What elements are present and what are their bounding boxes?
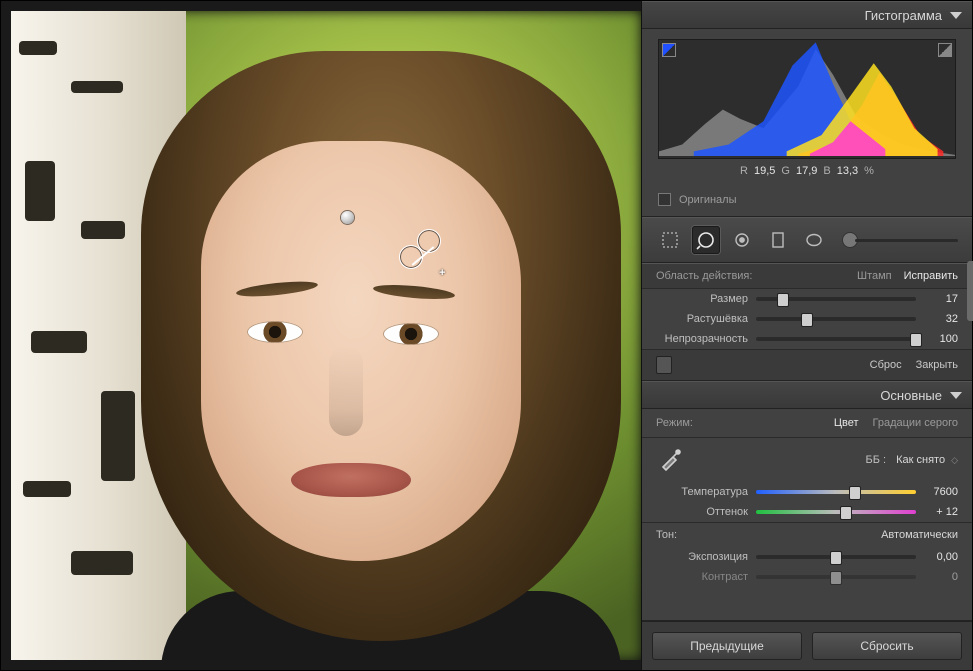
adjustment-brush-slider[interactable] bbox=[842, 232, 958, 248]
contrast-slider[interactable]: Контраст 0 bbox=[642, 567, 972, 587]
reset-button[interactable]: Сбросить bbox=[812, 632, 962, 660]
feather-slider[interactable]: Растушёвка 32 bbox=[642, 309, 972, 329]
histogram-panel-header[interactable]: Гистограмма bbox=[642, 1, 972, 29]
redeye-tool-icon[interactable] bbox=[728, 226, 756, 254]
spot-close-button[interactable]: Закрыть bbox=[916, 359, 958, 371]
collapse-icon bbox=[950, 392, 962, 399]
tone-auto-button[interactable]: Автоматически bbox=[881, 529, 958, 541]
wb-label: ББ : bbox=[866, 454, 887, 466]
treatment-label: Режим: bbox=[656, 417, 693, 429]
photo-eye bbox=[247, 321, 303, 343]
heal-spot-pin[interactable] bbox=[341, 211, 354, 224]
white-balance-dropper-icon[interactable] bbox=[656, 446, 684, 474]
spot-reset-button[interactable]: Сброс bbox=[870, 359, 902, 371]
spot-area-label: Область действия: bbox=[656, 270, 752, 282]
rgb-readout: R19,5 G17,9 B13,3 % bbox=[658, 159, 956, 183]
photo-nose bbox=[329, 346, 363, 436]
spot-panel-switch[interactable] bbox=[656, 356, 672, 374]
temperature-slider[interactable]: Температура 7600 bbox=[642, 482, 972, 502]
right-panel: Гистограмма R19,5 G17,9 B13,3 % Ориг bbox=[641, 1, 972, 670]
opacity-slider[interactable]: Непрозрачность 100 bbox=[642, 329, 972, 349]
treatment-color[interactable]: Цвет bbox=[834, 417, 859, 429]
panel-resize-grip[interactable] bbox=[967, 261, 973, 321]
basic-panel-header[interactable]: Основные bbox=[642, 381, 972, 409]
crop-tool-icon[interactable] bbox=[656, 226, 684, 254]
spot-mode-stamp[interactable]: Штамп bbox=[857, 270, 892, 282]
size-slider[interactable]: Размер 17 bbox=[642, 289, 972, 309]
tint-slider[interactable]: Оттенок + 12 bbox=[642, 502, 972, 522]
exposure-slider[interactable]: Экспозиция 0,00 bbox=[642, 547, 972, 567]
bottom-button-bar: Предыдущие Сбросить bbox=[642, 621, 972, 670]
basic-panel: Режим: Цвет Градации серого ББ : Как сня… bbox=[642, 409, 972, 621]
tool-strip bbox=[642, 217, 972, 263]
histogram-chart[interactable] bbox=[658, 39, 956, 159]
wb-preset-dropdown[interactable]: Как снято◇ bbox=[896, 454, 958, 466]
photo-lips bbox=[291, 463, 411, 497]
histogram-title: Гистограмма bbox=[865, 8, 942, 23]
spot-removal-tool-icon[interactable] bbox=[692, 226, 720, 254]
graduated-filter-tool-icon[interactable] bbox=[764, 226, 792, 254]
radial-filter-tool-icon[interactable] bbox=[800, 226, 828, 254]
basic-title: Основные bbox=[880, 388, 942, 403]
collapse-icon bbox=[950, 12, 962, 19]
tone-label: Тон: bbox=[656, 529, 677, 541]
originals-label: Оригиналы bbox=[679, 194, 737, 206]
image-preview[interactable]: + bbox=[11, 11, 641, 660]
histogram-panel: R19,5 G17,9 B13,3 % Оригиналы bbox=[642, 29, 972, 217]
originals-checkbox[interactable] bbox=[658, 193, 671, 206]
photo-face bbox=[201, 141, 521, 561]
spot-mode-heal[interactable]: Исправить bbox=[904, 270, 958, 282]
spot-removal-panel: Область действия: Штамп Исправить Размер… bbox=[642, 263, 972, 381]
photo-eye bbox=[383, 323, 439, 345]
previous-button[interactable]: Предыдущие bbox=[652, 632, 802, 660]
treatment-bw[interactable]: Градации серого bbox=[873, 417, 959, 429]
